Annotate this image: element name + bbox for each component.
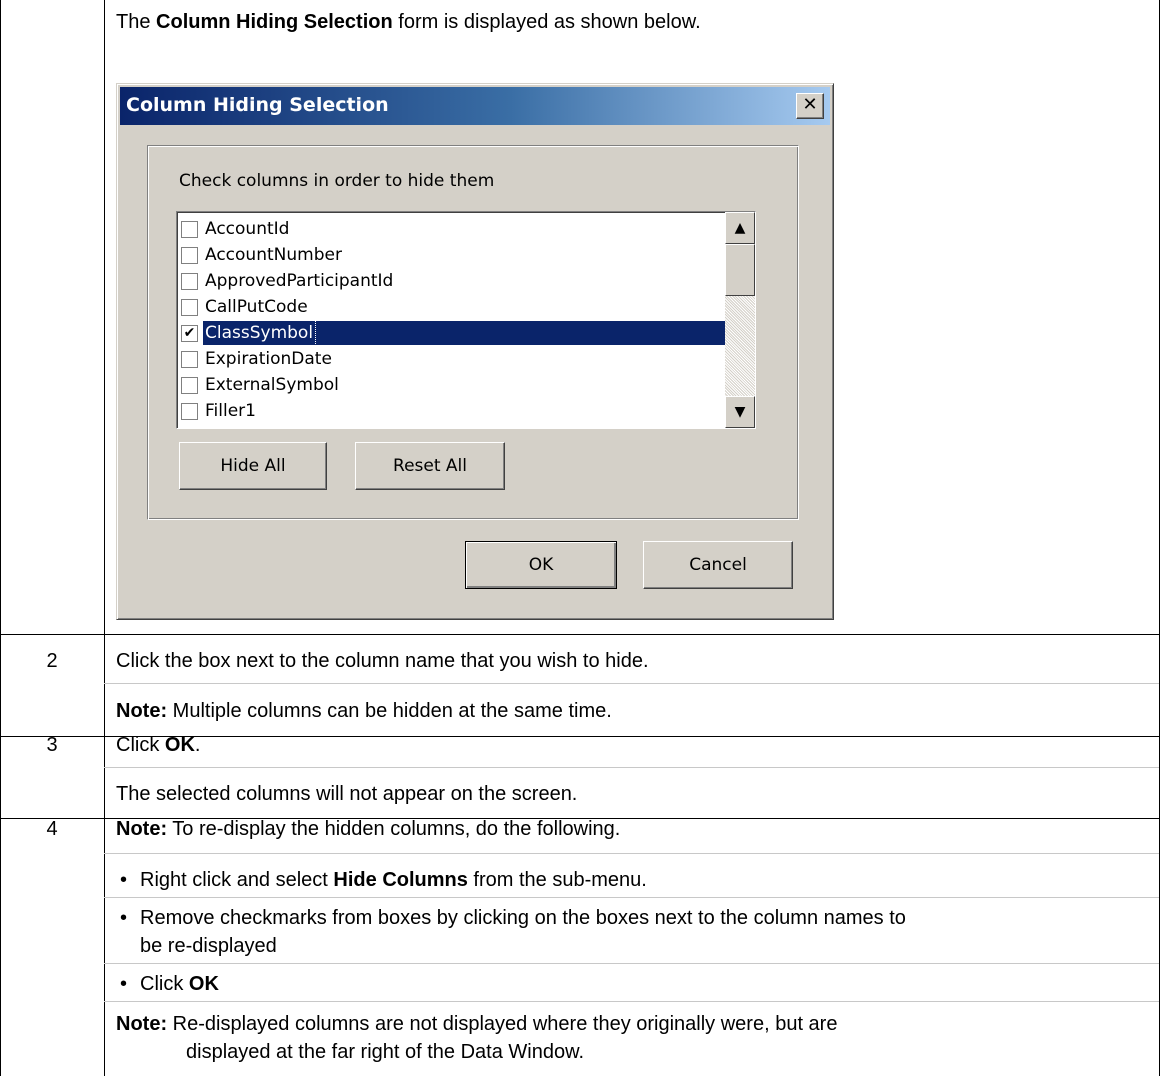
column-hiding-dialog: Column Hiding Selection ✕ Check columns …: [116, 83, 834, 620]
step-number: 3: [46, 734, 58, 756]
step-text: Click OK.: [116, 733, 200, 757]
checkbox[interactable]: [181, 273, 198, 290]
dialog-title: Column Hiding Selection: [126, 94, 389, 116]
checkbox[interactable]: [181, 247, 198, 264]
cell-separator: [104, 1001, 1159, 1002]
cell-separator: [104, 963, 1159, 964]
list-item-label: ExternalSymbol: [205, 375, 339, 395]
checkbox-checked[interactable]: ✔: [181, 325, 198, 342]
bullet-item: Right click and select Hide Columns from…: [140, 868, 647, 892]
checkbox[interactable]: [181, 351, 198, 368]
step-text: Click the box next to the column name th…: [116, 650, 649, 672]
intro-bold: Column Hiding Selection: [156, 11, 393, 33]
cell-separator: [104, 853, 1159, 854]
bullet-text: Click: [140, 973, 189, 995]
cell-separator: [104, 767, 1159, 768]
reset-all-button[interactable]: Reset All: [355, 442, 505, 490]
note-label: Note:: [116, 818, 168, 840]
cancel-label: Cancel: [689, 555, 747, 575]
column-checklist[interactable]: AccountId AccountNumber ApprovedParticip…: [176, 211, 756, 429]
checkbox[interactable]: [181, 221, 198, 238]
scroll-thumb[interactable]: [725, 244, 755, 296]
table-border-left: [0, 0, 1, 1076]
list-item-label: ApprovedParticipantId: [205, 271, 394, 291]
note-label: Note:: [116, 1013, 168, 1035]
close-icon: ✕: [802, 94, 818, 115]
row-divider: [0, 634, 1160, 635]
checkbox[interactable]: [181, 299, 198, 316]
note-text: Note: Multiple columns can be hidden at …: [116, 699, 612, 723]
list-item-label: ClassSymbol: [201, 320, 317, 346]
step-text-suffix: .: [194, 734, 201, 756]
bullet-bold: OK: [188, 973, 219, 995]
step-text-prefix: Click: [116, 734, 165, 756]
reset-all-label: Reset All: [393, 456, 467, 476]
ok-button[interactable]: OK: [465, 541, 617, 589]
checkbox[interactable]: [181, 377, 198, 394]
note-body: Re-displayed columns are not displayed w…: [167, 1013, 838, 1035]
step-text-bold: OK: [164, 734, 195, 756]
step-number: 2: [46, 650, 58, 672]
vertical-scrollbar[interactable]: ▲ ▼: [725, 212, 755, 428]
intro-text: The Column Hiding Selection form is disp…: [116, 10, 701, 34]
intro-prefix: The: [116, 11, 157, 33]
bullet-bold: Hide Columns: [333, 869, 468, 891]
cell-separator: [104, 683, 1159, 684]
intro-suffix: form is displayed as shown below.: [392, 11, 701, 33]
list-item-label: ExpirationDate: [205, 349, 332, 369]
scroll-down-button[interactable]: ▼: [725, 396, 755, 428]
note-label: Note:: [116, 700, 168, 722]
cancel-button[interactable]: Cancel: [643, 541, 793, 589]
note-text-continuation: displayed at the far right of the Data W…: [186, 1041, 584, 1063]
dialog-titlebar[interactable]: Column Hiding Selection ✕: [120, 87, 830, 125]
scroll-up-button[interactable]: ▲: [725, 212, 755, 244]
note-text: Note: To re-display the hidden columns, …: [116, 817, 620, 841]
bullet-glyph: •: [120, 869, 128, 891]
step-number: 4: [46, 818, 58, 840]
hide-all-button[interactable]: Hide All: [179, 442, 327, 490]
bullet-item: Remove checkmarks from boxes by clicking…: [140, 907, 906, 929]
ok-label: OK: [528, 555, 554, 575]
note-body: Multiple columns can be hidden at the sa…: [167, 700, 612, 722]
bullet-glyph: •: [120, 907, 128, 929]
list-item-label: Filler1: [205, 401, 256, 421]
instruction-label: Check columns in order to hide them: [179, 171, 495, 191]
bullet-text-suffix: from the sub-menu.: [467, 869, 647, 891]
hide-all-label: Hide All: [220, 456, 286, 476]
table-column-divider: [104, 0, 105, 1076]
list-item-label: AccountNumber: [205, 245, 342, 265]
bullet-item: Click OK: [140, 972, 219, 996]
cell-separator: [104, 897, 1159, 898]
bullet-item-continuation: be re-displayed: [140, 935, 277, 957]
note-body: To re-display the hidden columns, do the…: [167, 818, 621, 840]
close-button[interactable]: ✕: [796, 93, 824, 119]
list-item-label: AccountId: [205, 219, 290, 239]
step-result-text: The selected columns will not appear on …: [116, 783, 578, 805]
bullet-glyph: •: [120, 973, 128, 995]
list-item-label: CallPutCode: [205, 297, 308, 317]
note-text: Note: Re-displayed columns are not displ…: [116, 1012, 837, 1036]
arrow-down-icon: ▼: [734, 404, 746, 420]
checkbox[interactable]: [181, 403, 198, 420]
arrow-up-icon: ▲: [734, 220, 746, 236]
bullet-text: Right click and select: [140, 869, 334, 891]
check-icon: ✔: [183, 325, 196, 341]
